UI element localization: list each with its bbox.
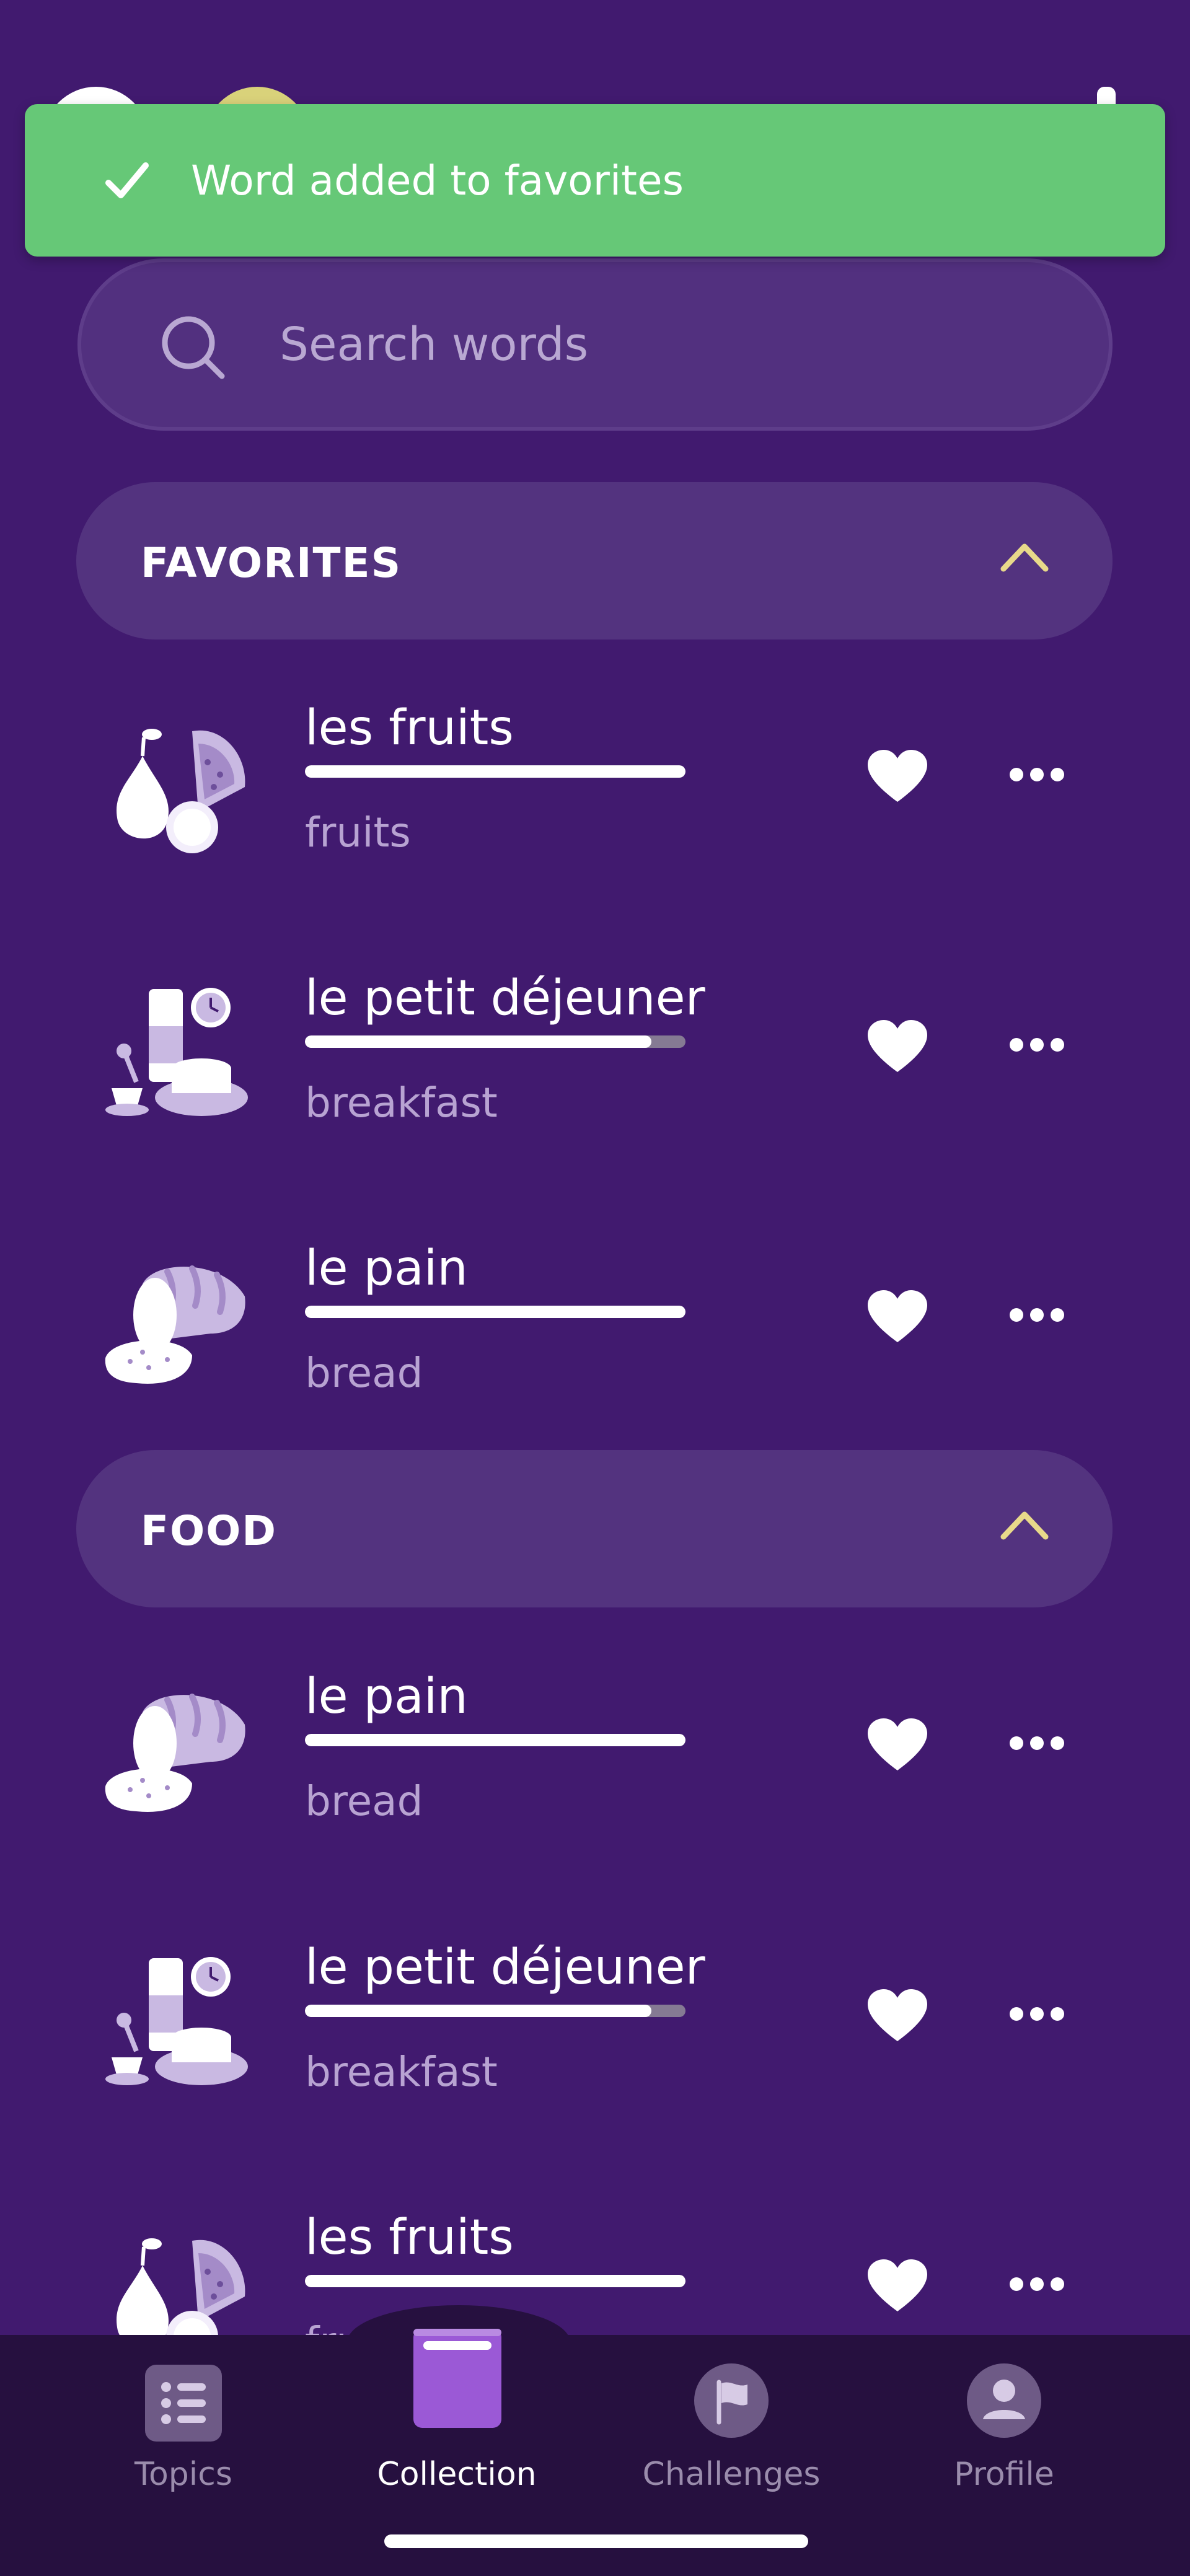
search-bar[interactable] (77, 258, 1113, 431)
word-row[interactable]: le petit déjeuner breakfast (0, 958, 1190, 1218)
progress-bar (305, 1035, 685, 1048)
word-title: le petit déjeuner (305, 970, 705, 1026)
chevron-up-icon[interactable] (998, 538, 1051, 575)
word-translation: bread (305, 1777, 423, 1825)
word-translation: bread (305, 1349, 423, 1397)
progress-bar (305, 1306, 685, 1318)
heart-icon[interactable] (868, 2259, 927, 2314)
word-translation: breakfast (305, 1079, 498, 1127)
bread-icon (105, 1694, 245, 1812)
word-row[interactable]: le pain bread (0, 1228, 1190, 1488)
progress-fill (305, 1306, 685, 1318)
more-options-icon[interactable] (1009, 2005, 1065, 2023)
progress-fill (305, 765, 685, 778)
search-icon (162, 316, 225, 379)
progress-fill (305, 2005, 651, 2017)
section-header-favorites[interactable]: FAVORITES (76, 482, 1113, 640)
home-indicator (384, 2534, 808, 2548)
more-options-icon[interactable] (1009, 765, 1065, 784)
progress-fill (305, 2275, 685, 2287)
nav-label: Topics (134, 2456, 232, 2493)
section-title: FAVORITES (141, 539, 402, 587)
progress-fill (305, 1035, 651, 1048)
word-row[interactable]: le petit déjeuner breakfast (0, 1927, 1190, 2187)
word-translation: breakfast (305, 2048, 498, 2096)
book-icon (413, 2329, 501, 2428)
word-title: le pain (305, 1669, 468, 1725)
chevron-up-icon[interactable] (998, 1506, 1051, 1543)
more-options-icon[interactable] (1009, 1035, 1065, 1054)
heart-icon[interactable] (868, 1989, 927, 2044)
word-title: le pain (305, 1241, 468, 1296)
nav-label: Profile (954, 2456, 1054, 2493)
nav-label: Collection (377, 2456, 537, 2493)
more-options-icon[interactable] (1009, 1734, 1065, 1752)
breakfast-icon (105, 1957, 248, 2085)
bread-icon (105, 1265, 245, 1384)
word-title: les fruits (305, 2210, 514, 2266)
progress-bar (305, 765, 685, 778)
progress-bar (305, 2005, 685, 2017)
toast-notification: Word added to favorites (25, 104, 1165, 257)
heart-icon[interactable] (868, 1718, 927, 1773)
heart-icon[interactable] (868, 1020, 927, 1075)
more-options-icon[interactable] (1009, 1306, 1065, 1324)
breakfast-icon (105, 988, 248, 1116)
more-options-icon[interactable] (1009, 2275, 1065, 2293)
list-icon (145, 2365, 222, 2442)
search-input[interactable] (280, 310, 1023, 379)
word-title: les fruits (305, 700, 514, 756)
progress-bar (305, 2275, 685, 2287)
checkmark-icon (105, 162, 149, 198)
word-row[interactable]: le pain bread (0, 1656, 1190, 1917)
flag-icon (694, 2363, 769, 2438)
nav-item-challenges[interactable]: Challenges (595, 2335, 868, 2521)
nav-label: Challenges (642, 2456, 821, 2493)
nav-item-profile[interactable]: Profile (868, 2335, 1140, 2521)
word-title: le petit déjeuner (305, 1940, 705, 1995)
fruits-icon (117, 729, 245, 853)
person-icon (967, 2363, 1041, 2438)
section-title: FOOD (141, 1507, 278, 1555)
word-translation: fruits (305, 809, 411, 856)
toast-message: Word added to favorites (191, 156, 684, 204)
heart-icon[interactable] (868, 750, 927, 804)
heart-icon[interactable] (868, 1290, 927, 1345)
progress-fill (305, 1734, 685, 1746)
nav-item-collection[interactable]: Collection (320, 2329, 593, 2521)
word-row[interactable]: les fruits fruits (0, 688, 1190, 948)
progress-bar (305, 1734, 685, 1746)
nav-item-topics[interactable]: Topics (47, 2335, 320, 2521)
